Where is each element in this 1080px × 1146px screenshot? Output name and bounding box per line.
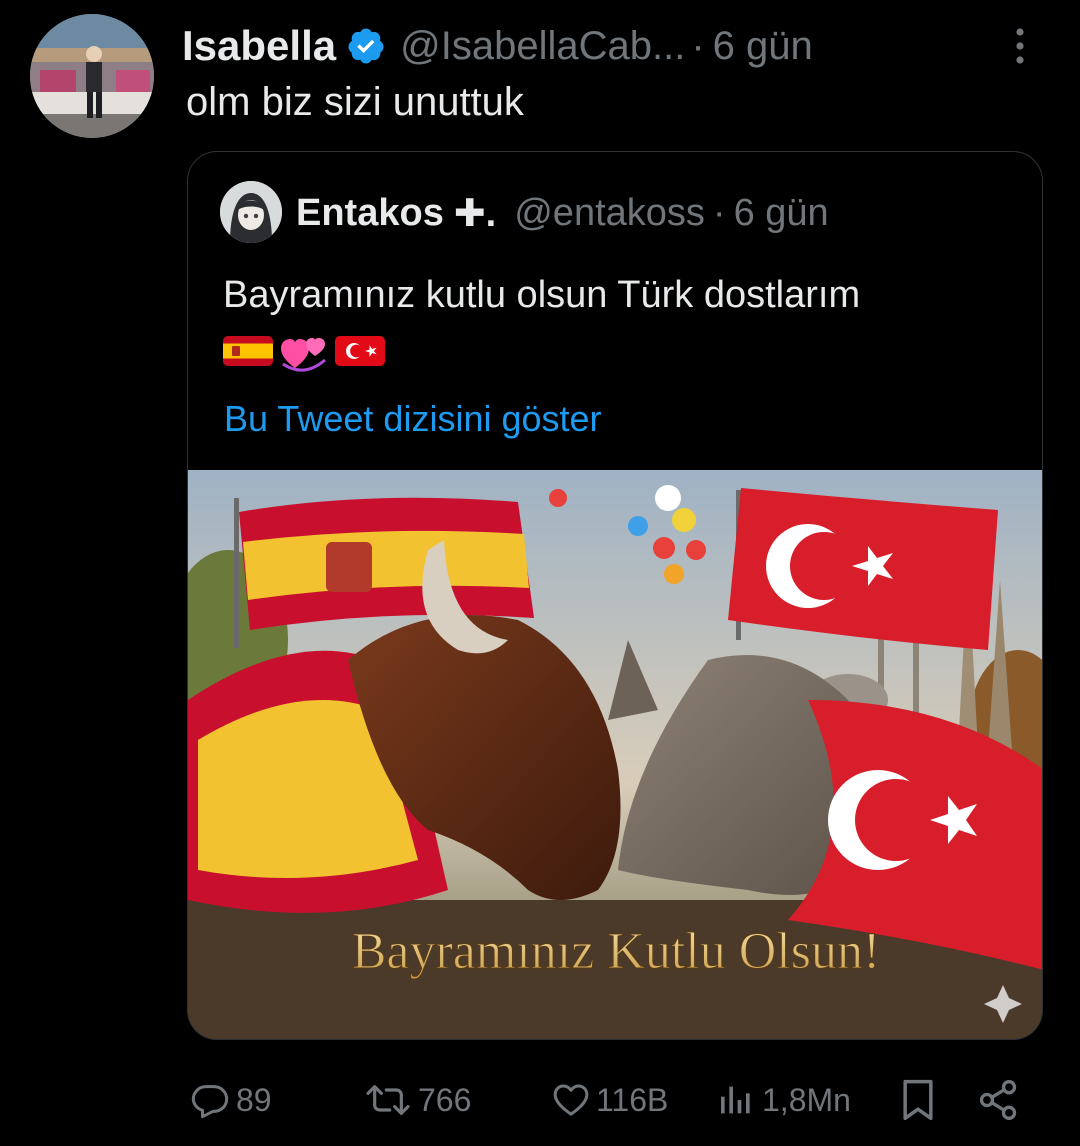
quoted-tweet-text: Bayramınız kutlu olsun Türk dostlarım [223,274,861,316]
author-name[interactable]: Isabella [182,22,336,70]
reply-count: 89 [236,1081,272,1118]
like-count: 116B [596,1081,669,1118]
views-button[interactable]: 1,8Mn [716,1080,851,1120]
author-handle[interactable]: @IsabellaCab... [400,24,685,69]
emoji-row [223,334,385,374]
image-caption: Bayramınız Kutlu Olsun! [352,923,881,980]
quoted-author-suffix: ✚. [453,192,497,235]
avatar-photo [220,181,282,243]
retweet-button[interactable]: 766 [364,1080,471,1120]
quoted-author-avatar[interactable] [220,181,282,243]
tweet-header: Isabella @IsabellaCab... · 6 gün [182,16,1042,76]
turkey-flag-icon [335,336,385,366]
share-icon[interactable] [976,1078,1020,1122]
action-bar: 89 766 116B 1,8Mn [0,1068,1080,1132]
author-avatar[interactable] [30,14,154,138]
retweet-icon [366,1085,410,1115]
like-button[interactable]: 116B [550,1080,668,1120]
quoted-tweet[interactable]: Entakos ✚. @entakoss · 6 gün Bayramınız … [187,151,1043,1040]
verified-badge-icon[interactable] [346,26,386,66]
tweet-text: olm biz sizi unuttuk [186,80,524,124]
heart-icon [553,1084,589,1116]
more-options-icon[interactable] [1006,26,1034,70]
bookmark-icon[interactable] [898,1078,938,1122]
analytics-icon [721,1086,750,1114]
separator: · [691,23,705,68]
retweet-count: 766 [418,1081,472,1118]
revolving-hearts-icon [281,338,326,372]
reply-button[interactable]: 89 [190,1080,272,1120]
quoted-tweet-header: Entakos ✚. @entakoss · 6 gün [296,182,829,244]
separator: · [712,191,726,234]
avatar-photo [30,14,154,138]
views-count: 1,8Mn [762,1081,851,1118]
show-thread-link[interactable]: Bu Tweet dizisini göster [224,398,602,440]
tweet-time[interactable]: 6 gün [713,24,813,69]
quoted-tweet-image[interactable]: Bayramınız Kutlu Olsun! [188,470,1043,1040]
quoted-tweet-time[interactable]: 6 gün [734,192,829,235]
reply-icon [191,1085,229,1119]
spain-flag-icon [223,336,273,366]
quoted-author-name[interactable]: Entakos [296,192,444,235]
quoted-author-handle[interactable]: @entakoss [514,192,705,235]
